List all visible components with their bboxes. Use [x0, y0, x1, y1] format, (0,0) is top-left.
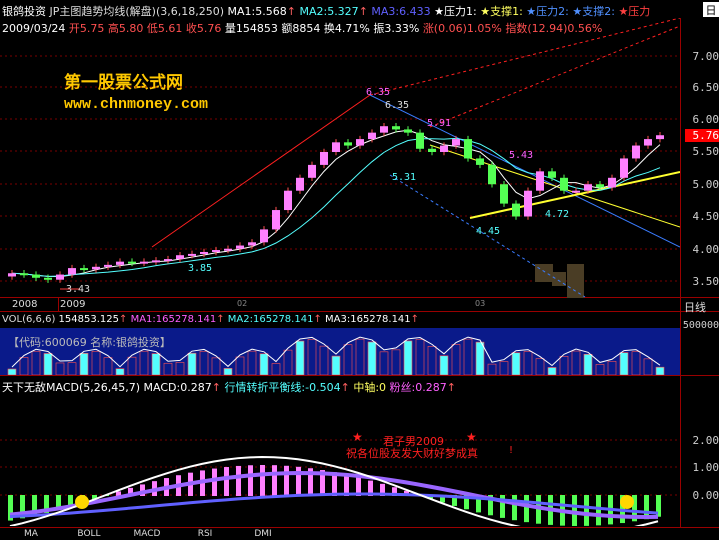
vol-header: VOL(6,6,6) 154853.125↑ MA1:165278.141↑ M… [2, 314, 420, 325]
resist2-label: ★压力2: [526, 5, 569, 18]
high-label-2: 5.43 [509, 150, 534, 161]
macd-balance: 行情转折平衡线:-0.504 [224, 381, 341, 394]
vol-value: 154853.125 [58, 314, 119, 325]
macd-header: 天下无敌MACD(5,26,45,7) MACD:0.287↑ 行情转折平衡线:… [2, 381, 456, 394]
high-label: 5.91 [427, 118, 452, 129]
ma1-value: MA1:5.568 [227, 5, 287, 18]
vol-axis-tick: 500000 [682, 320, 719, 331]
price-tick: 5.50 [692, 145, 719, 158]
low-label-4: 3.85 [188, 263, 213, 274]
vol-ma3: MA3:165278.141 [325, 314, 411, 325]
x-axis-year: 2008 [12, 299, 38, 310]
indicator-name: JP主图趋势均线(解盘)(3,6,18,250) [49, 5, 225, 18]
x-axis-month: 02 [237, 299, 248, 308]
low-label-2: 4.72 [545, 209, 570, 220]
low-label-5: 3.43 [66, 284, 91, 295]
macd-chart [0, 439, 680, 526]
x-axis-year: 2009 [60, 299, 86, 310]
right-axis-line [680, 18, 681, 528]
low-label: 5.31 [392, 172, 417, 183]
vol-name: VOL(6,6,6) [2, 314, 56, 325]
star-icon: ★ [352, 430, 363, 444]
x-axis-month: 03 [475, 299, 486, 308]
price-tick: 5.00 [692, 178, 719, 191]
stock-name: 银鸽投资 [2, 5, 46, 18]
price-tick: 4.00 [692, 243, 719, 256]
support2-label: ★支撑2: [572, 5, 615, 18]
vol-pane-bottom [0, 375, 719, 376]
price-tick: 6.50 [692, 81, 719, 94]
low-label-3: 4.45 [476, 226, 501, 237]
vol-stock-code: 【代码:600069 名称:银鸽投资】 [8, 336, 171, 349]
tab-macd[interactable]: MACD [118, 528, 176, 540]
peak-label-2: 6.35 [385, 100, 410, 111]
resist1-label: ★压力1: [434, 5, 477, 18]
peak-label: 6.35 [366, 87, 391, 98]
vol-ma2: MA2:165278.141 [227, 314, 314, 325]
signature-wish: 祝各位股友发大财好梦成真 [346, 447, 478, 460]
macd-name: 天下无敌MACD(5,26,45,7) [2, 381, 141, 394]
macd-value: MACD:0.287 [143, 381, 212, 394]
macd-axis: 中轴:0 [353, 381, 387, 394]
price-tick: 3.50 [692, 275, 719, 288]
tab-ma[interactable]: MA [2, 528, 60, 540]
xaxis-bottom [0, 311, 719, 312]
macd-fans: 粉丝:0.287 [389, 381, 447, 394]
current-price-tag: 5.76 [685, 129, 719, 142]
ma3-value: MA3:6.433 [371, 5, 431, 18]
tab-boll[interactable]: BOLL [60, 528, 118, 540]
tab-rsi[interactable]: RSI [176, 528, 234, 540]
price-tick: 6.00 [692, 113, 719, 126]
price-tick: 4.50 [692, 210, 719, 223]
support1-label: ★支撑1: [480, 5, 523, 18]
exclaim-icon: ! [509, 445, 514, 456]
ma2-value: MA2:5.327 [299, 5, 359, 18]
period-tab[interactable]: 日 [703, 2, 719, 17]
price-tick: 7.00 [692, 50, 719, 63]
price-chart [0, 18, 680, 298]
star-icon: ★ [466, 430, 477, 444]
macd-tick: 2.00 [692, 434, 719, 447]
resist3-label: ★压力 [618, 5, 651, 18]
indicator-header: 银鸽投资 JP主图趋势均线(解盘)(3,6,18,250) MA1:5.568↑… [2, 5, 651, 18]
macd-tick: 0.00 [692, 489, 719, 502]
period-label: 日线 [684, 301, 706, 314]
tab-dmi[interactable]: DMI [234, 528, 292, 540]
vol-ma1: MA1:165278.141 [130, 314, 217, 325]
macd-tick: 1.00 [692, 461, 719, 474]
